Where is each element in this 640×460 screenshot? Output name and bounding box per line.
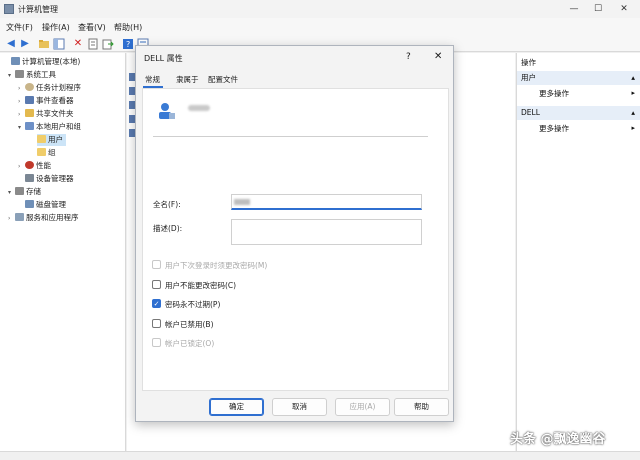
delete-icon[interactable]: ✕ (72, 38, 84, 50)
chevron-right-icon[interactable]: › (8, 213, 15, 225)
chevron-down-icon[interactable]: ▾ (8, 187, 15, 199)
apply-button[interactable]: 应用(A) (335, 398, 390, 416)
username-redacted (188, 105, 210, 111)
share-folder-icon (25, 109, 34, 117)
divider (153, 136, 428, 137)
performance-icon (25, 161, 34, 169)
actions-header: 操作 (521, 58, 536, 67)
chevron-up-icon[interactable]: ▴ (631, 71, 635, 85)
forward-arrow-icon[interactable]: ▶ (19, 38, 31, 50)
tree-item-system-tools[interactable]: ▾ 系统工具 (8, 69, 56, 81)
cannot-change-password-checkbox[interactable] (152, 280, 161, 289)
window-title: 计算机管理 (18, 5, 58, 14)
more-actions-dell[interactable]: 更多操作 ▸ (517, 122, 640, 135)
minimize-button[interactable]: — (564, 2, 584, 16)
tools-icon (15, 70, 24, 78)
user-icon (157, 101, 177, 121)
tree-item-groups[interactable]: 组 (37, 147, 56, 159)
cancel-button[interactable]: 取消 (272, 398, 327, 416)
console-tree: 计算机管理(本地) ▾ 系统工具 › 任务计划程序 › 事件查看器 › 共享文件夹 ▾ 本… (0, 53, 126, 451)
dialog-close-button[interactable]: ✕ (434, 51, 442, 62)
cannot-change-password-label: 用户不能更改密码(C) (165, 281, 237, 290)
actions-section-users[interactable]: 用户 ▴ (517, 71, 640, 85)
tab-profile[interactable]: 配置文件 (208, 74, 238, 85)
chevron-right-icon[interactable]: › (18, 96, 25, 108)
ok-button[interactable]: 确定 (209, 398, 264, 416)
password-never-expires-checkbox[interactable]: ✓ (152, 299, 161, 308)
svg-text:?: ? (126, 40, 130, 49)
users-icon (25, 122, 34, 130)
folder-icon (37, 148, 46, 156)
chevron-right-icon[interactable]: › (18, 109, 25, 121)
tree-item-performance[interactable]: › 性能 (18, 160, 51, 172)
disk-icon (25, 200, 34, 208)
tree-item-disk-management[interactable]: 磁盘管理 (25, 199, 66, 211)
tree-item-event-viewer[interactable]: › 事件查看器 (18, 95, 74, 107)
general-tab-panel: 全名(F): 描述(D): 用户下次登录时须更改密码(M) 用户不能更改密码(C… (142, 88, 449, 391)
storage-icon (15, 187, 24, 195)
menu-action[interactable]: 操作(A) (42, 22, 70, 33)
chevron-right-icon[interactable]: › (18, 83, 25, 95)
event-icon (25, 96, 34, 104)
menu-file[interactable]: 文件(F) (6, 22, 33, 33)
tree-item-users[interactable]: 用户 (37, 134, 66, 146)
status-bar (0, 451, 640, 460)
account-disabled-label: 帐户已禁用(B) (165, 320, 214, 329)
tab-general[interactable]: 常规 (145, 74, 160, 85)
device-icon (25, 174, 34, 182)
export-icon[interactable] (102, 38, 114, 50)
menu-view[interactable]: 查看(V) (78, 22, 106, 33)
help-button[interactable]: 帮助 (394, 398, 449, 416)
must-change-password-label: 用户下次登录时须更改密码(M) (165, 261, 268, 270)
tree-item-task-scheduler[interactable]: › 任务计划程序 (18, 82, 81, 94)
services-icon (15, 213, 24, 221)
computer-icon (11, 57, 20, 65)
title-bar (0, 0, 640, 18)
folder-icon (37, 135, 46, 143)
help-book-icon[interactable]: ? (122, 38, 134, 50)
properties-icon[interactable] (87, 38, 99, 50)
account-disabled-checkbox[interactable] (152, 319, 161, 328)
account-locked-label: 帐户已锁定(O) (165, 339, 215, 348)
close-button[interactable]: ✕ (614, 2, 634, 16)
description-input[interactable] (231, 219, 422, 245)
tree-item-shared-folders[interactable]: › 共享文件夹 (18, 108, 74, 120)
password-never-expires-label: 密码永不过期(P) (165, 300, 221, 309)
more-actions-users[interactable]: 更多操作 ▸ (517, 87, 640, 100)
tab-member-of[interactable]: 隶属于 (176, 74, 199, 85)
fullname-redacted (234, 199, 250, 205)
tree-item-local-users-groups[interactable]: ▾ 本地用户和组 (18, 121, 81, 133)
dialog-title: DELL 属性 (144, 54, 183, 63)
clock-icon (25, 83, 34, 91)
back-arrow-icon[interactable]: ◀ (5, 38, 17, 50)
must-change-password-checkbox[interactable] (152, 260, 161, 269)
chevron-down-icon[interactable]: ▾ (8, 70, 15, 82)
help-icon[interactable]: ? (406, 52, 411, 62)
computer-management-icon (4, 4, 14, 14)
tree-item-services-apps[interactable]: › 服务和应用程序 (8, 212, 79, 224)
fullname-input[interactable] (231, 194, 422, 210)
tree-item-storage[interactable]: ▾ 存储 (8, 186, 41, 198)
chevron-right-icon: ▸ (631, 89, 635, 97)
menu-help[interactable]: 帮助(H) (114, 22, 142, 33)
chevron-up-icon[interactable]: ▴ (631, 106, 635, 120)
description-label: 描述(D): (153, 224, 183, 233)
maximize-button[interactable]: ☐ (588, 2, 608, 16)
up-folder-icon[interactable] (38, 38, 50, 50)
chevron-right-icon[interactable]: › (18, 161, 25, 173)
watermark: 头条 @飘逸幽谷 (510, 432, 606, 447)
tree-item-computer-management[interactable]: 计算机管理(本地) (4, 56, 80, 68)
user-properties-dialog: DELL 属性 ? ✕ 常规 隶属于 配置文件 全名(F): 描述(D): 用户… (135, 45, 454, 422)
account-locked-checkbox[interactable] (152, 338, 161, 347)
fullname-label: 全名(F): (153, 200, 181, 209)
tree-item-device-manager[interactable]: 设备管理器 (25, 173, 74, 185)
chevron-down-icon[interactable]: ▾ (18, 122, 25, 134)
console-tree-icon[interactable] (53, 38, 65, 50)
chevron-right-icon: ▸ (631, 124, 635, 132)
actions-section-dell[interactable]: DELL ▴ (517, 106, 640, 120)
actions-pane: 操作 用户 ▴ 更多操作 ▸ DELL ▴ 更多操作 ▸ (516, 53, 640, 451)
